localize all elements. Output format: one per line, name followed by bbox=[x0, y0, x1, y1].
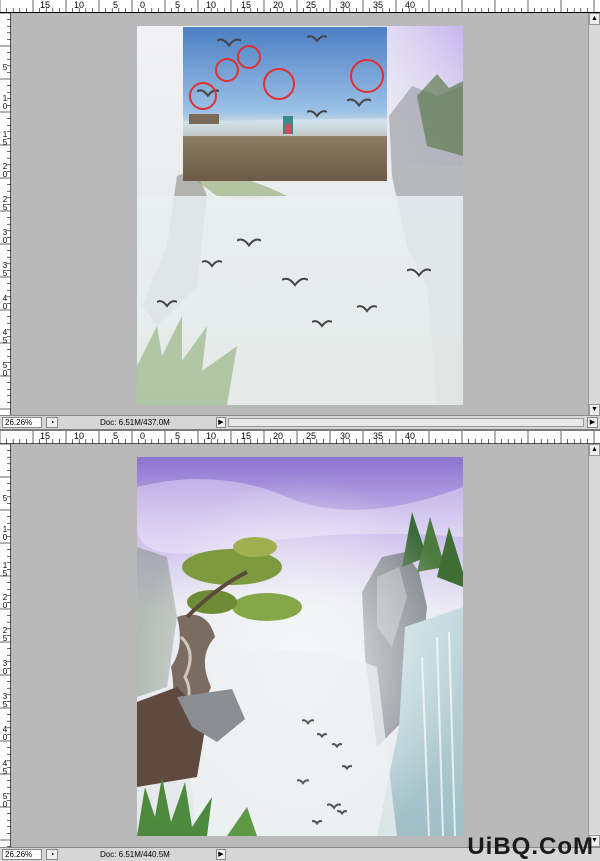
ruler-label: 40 bbox=[405, 0, 416, 10]
ruler-label: 0 bbox=[140, 431, 146, 441]
seagull-icon bbox=[296, 772, 310, 785]
ruler-label: 15 bbox=[241, 431, 252, 441]
ruler-label: 30 bbox=[340, 431, 351, 441]
horizontal-ruler[interactable]: 15 10 5 0 5 10 15 20 25 30 35 40 bbox=[0, 431, 600, 444]
doc-info: Doc: 6.51M/440.5M bbox=[100, 850, 170, 859]
ruler-ticks bbox=[0, 13, 11, 416]
ruler-label: 1 5 bbox=[2, 130, 8, 147]
ruler-label: 5 bbox=[113, 0, 119, 10]
status-menu-icon[interactable]: ◔ bbox=[46, 849, 58, 860]
ruler-label: 1 0 bbox=[2, 525, 8, 542]
ruler-label: 10 bbox=[206, 431, 217, 441]
ruler-label: 3 5 bbox=[2, 692, 8, 709]
highlight-circle-icon bbox=[263, 68, 295, 100]
seagull-icon bbox=[341, 757, 353, 771]
document-canvas[interactable] bbox=[137, 26, 463, 405]
vertical-scrollbar[interactable]: ▲ ▼ bbox=[588, 13, 600, 416]
seagull-icon bbox=[346, 96, 372, 108]
ruler-label: 4 0 bbox=[2, 294, 8, 311]
horizontal-ruler[interactable]: 15 10 5 0 5 10 15 20 25 30 35 40 bbox=[0, 0, 600, 13]
ruler-label: 25 bbox=[306, 0, 317, 10]
seagull-icon bbox=[216, 36, 242, 48]
ruler-label: 2 0 bbox=[2, 162, 8, 179]
ruler-label: 3 0 bbox=[2, 228, 8, 245]
ruler-label: 3 5 bbox=[2, 261, 8, 278]
ruler-label: 5 0 bbox=[2, 361, 8, 378]
nav-arrow-icon[interactable]: ▶ bbox=[216, 417, 226, 428]
seagull-icon bbox=[306, 106, 328, 118]
ruler-label: 2 5 bbox=[2, 195, 8, 212]
ruler-label: 15 bbox=[40, 431, 51, 441]
status-bar: 26.26% ◔ Doc: 6.51M/437.0M ▶ ▶ bbox=[0, 415, 600, 429]
ruler-label: 0 bbox=[140, 0, 146, 10]
seagull-icon bbox=[311, 316, 333, 328]
highlight-circle-icon bbox=[350, 59, 384, 93]
status-menu-icon[interactable]: ◔ bbox=[46, 417, 58, 428]
seagull-icon bbox=[301, 712, 315, 725]
ruler-label: 4 5 bbox=[2, 328, 8, 345]
nav-arrow-icon[interactable]: ▶ bbox=[216, 849, 226, 860]
seagull-icon bbox=[156, 296, 178, 308]
ruler-label: 5 bbox=[113, 431, 119, 441]
seagull-icon bbox=[281, 276, 309, 289]
ruler-label: 5 bbox=[175, 0, 181, 10]
bottom-document-window: 15 10 5 0 5 10 15 20 25 30 35 40 5 1 0 1… bbox=[0, 431, 600, 861]
ruler-label: 1 5 bbox=[2, 561, 8, 578]
ruler-label: 20 bbox=[273, 0, 284, 10]
ruler-ticks bbox=[0, 444, 11, 847]
seagull-icon bbox=[336, 802, 348, 816]
ruler-label: 10 bbox=[74, 431, 85, 441]
ruler-label: 5 bbox=[2, 63, 8, 72]
ruler-label: 1 0 bbox=[2, 94, 8, 111]
vertical-scrollbar[interactable]: ▲ ▼ bbox=[588, 444, 600, 847]
vertical-ruler[interactable]: 5 1 0 1 5 2 0 2 5 3 0 3 5 4 0 4 5 5 0 bbox=[0, 13, 11, 416]
ruler-label: 40 bbox=[405, 431, 416, 441]
ruler-label: 4 5 bbox=[2, 759, 8, 776]
highlight-circle-icon bbox=[237, 45, 261, 69]
ruler-label: 30 bbox=[340, 0, 351, 10]
seagull-icon bbox=[306, 31, 328, 43]
ruler-label: 25 bbox=[306, 431, 317, 441]
zoom-level[interactable]: 26.26% bbox=[2, 849, 42, 860]
ruler-label: 15 bbox=[241, 0, 252, 10]
scroll-up-icon[interactable]: ▲ bbox=[589, 13, 600, 25]
ruler-label: 2 5 bbox=[2, 626, 8, 643]
highlight-circle-icon bbox=[189, 82, 217, 110]
highlight-circle-icon bbox=[215, 58, 239, 82]
ruler-label: 3 0 bbox=[2, 659, 8, 676]
ruler-label: 5 bbox=[175, 431, 181, 441]
ruler-label: 20 bbox=[273, 431, 284, 441]
ruler-label: 15 bbox=[40, 0, 51, 10]
ruler-ticks bbox=[0, 0, 600, 13]
seagull-icon bbox=[356, 301, 378, 313]
ruler-label: 35 bbox=[373, 431, 384, 441]
ruler-label: 10 bbox=[206, 0, 217, 10]
ruler-label: 4 0 bbox=[2, 725, 8, 742]
composite-image bbox=[137, 26, 463, 405]
seagull-icon bbox=[331, 735, 343, 749]
ruler-label: 2 0 bbox=[2, 593, 8, 610]
horizontal-scrollbar[interactable] bbox=[228, 418, 584, 427]
ruler-label: 35 bbox=[373, 0, 384, 10]
document-canvas[interactable] bbox=[137, 457, 463, 836]
seagull-icon bbox=[201, 256, 223, 268]
doc-info: Doc: 6.51M/437.0M bbox=[100, 418, 170, 427]
ruler-label: 5 bbox=[2, 494, 8, 503]
seagull-icon bbox=[316, 725, 328, 739]
top-document-window: 15 10 5 0 5 10 15 20 25 30 35 40 5 1 0 1… bbox=[0, 0, 600, 430]
site-watermark: UiBQ.CoM bbox=[467, 833, 594, 860]
seagull-icon bbox=[311, 812, 323, 826]
ruler-ticks bbox=[0, 431, 595, 444]
zoom-level[interactable]: 26.26% bbox=[2, 417, 42, 428]
ruler-label: 10 bbox=[74, 0, 85, 10]
seagull-icon bbox=[236, 236, 262, 248]
ruler-label: 5 0 bbox=[2, 792, 8, 809]
seagull-icon bbox=[406, 266, 432, 278]
vertical-ruler[interactable]: 5 1 0 1 5 2 0 2 5 3 0 3 5 4 0 4 5 5 0 bbox=[0, 444, 11, 847]
scroll-right-icon[interactable]: ▶ bbox=[587, 417, 598, 428]
scroll-up-icon[interactable]: ▲ bbox=[589, 444, 600, 456]
